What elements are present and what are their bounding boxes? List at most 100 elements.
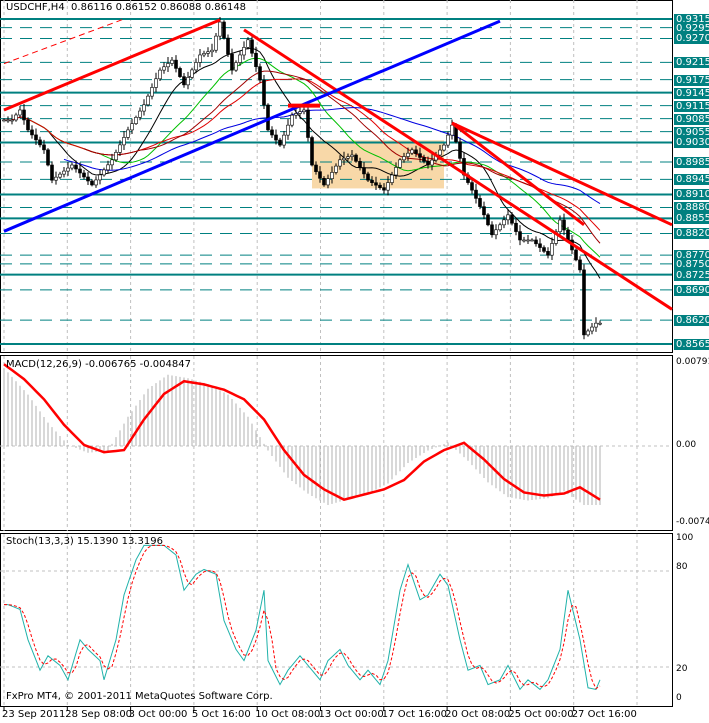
candle-body	[118, 144, 122, 153]
candle-body	[418, 153, 422, 158]
candle-body	[590, 326, 594, 332]
candle-body	[34, 134, 38, 141]
candle-body	[134, 117, 138, 124]
price-level-label: 0.89450	[674, 174, 709, 186]
symbol-label: USDCHF,H4	[6, 2, 65, 13]
candle-body	[282, 134, 286, 146]
stoch-header: Stoch(13,3,3) 15.1390 13.3196	[6, 536, 163, 547]
price-level-label: 0.88200	[674, 228, 709, 240]
candle-body	[438, 149, 442, 156]
candle-body	[214, 35, 218, 51]
candle-body	[154, 78, 158, 88]
candle-body	[538, 243, 542, 248]
candle-body	[446, 134, 450, 146]
candle-body	[306, 109, 310, 138]
candle-body	[474, 189, 478, 199]
candle-body	[318, 171, 322, 179]
candle-body	[526, 239, 530, 242]
price-level-label: 0.90300	[674, 137, 709, 149]
price-level-label: 0.91450	[674, 87, 709, 99]
candle-body	[442, 144, 446, 151]
candle-body	[346, 156, 350, 159]
macd-main-value: -0.006765	[85, 359, 137, 370]
candle-body	[354, 154, 358, 162]
macd-tick-label: -0.00746	[676, 517, 709, 527]
candle-body	[82, 172, 86, 178]
time-axis-label: 13 Oct 00:00	[318, 709, 384, 720]
candle-body	[162, 66, 166, 71]
stoch-tick-label: 20	[676, 664, 688, 674]
candle-body	[294, 113, 298, 116]
candle-body	[506, 214, 510, 221]
candle-body	[342, 157, 346, 161]
macd-tick-label: 0.00	[676, 440, 697, 450]
candle-body	[514, 222, 518, 232]
price-level-label: 0.86900	[674, 284, 709, 296]
price-level-label: 0.91750	[674, 74, 709, 86]
candle-body	[314, 164, 318, 172]
candle-body	[402, 156, 406, 161]
candle-body	[74, 164, 78, 170]
candle-body	[38, 139, 42, 146]
candle-body	[330, 172, 334, 179]
price-level-label: 0.92950	[674, 22, 709, 34]
candle-body	[178, 68, 182, 77]
price-level-label: 0.87500	[674, 258, 709, 270]
candle-body	[146, 95, 150, 106]
candle-body	[270, 129, 274, 136]
candle-body	[226, 37, 230, 55]
price-level-label: 0.92150	[674, 57, 709, 69]
candle-body	[518, 231, 522, 241]
stoch-signal-value: 13.3196	[121, 536, 163, 547]
candle-body	[210, 49, 214, 53]
candle-body	[138, 110, 142, 118]
time-axis-label: 28 Sep 08:00	[65, 709, 133, 720]
candle-body	[30, 129, 34, 136]
candle-body	[490, 224, 494, 236]
candle-body	[142, 104, 146, 112]
trendline	[3, 18, 221, 112]
candle-body	[426, 160, 430, 166]
candle-body	[122, 137, 126, 146]
candle-body	[242, 47, 246, 56]
price-level-label: 0.90850	[674, 113, 709, 125]
candle-body	[302, 109, 306, 113]
price-level-label: 0.88800	[674, 202, 709, 214]
price-level-label: 0.89850	[674, 156, 709, 168]
candle-body	[478, 198, 482, 207]
candle-body	[494, 229, 498, 236]
candle-body	[502, 219, 506, 226]
low-value: 0.86088	[160, 2, 202, 13]
candle-body	[2, 119, 6, 122]
candle-body	[130, 123, 134, 131]
candle-body	[78, 168, 82, 174]
trendline	[243, 28, 673, 311]
candle-body	[530, 239, 534, 242]
candle-body	[14, 114, 18, 121]
candle-body	[582, 269, 586, 336]
candle-body	[222, 21, 226, 39]
candle-body	[258, 66, 262, 81]
candle-body	[70, 164, 74, 169]
candle-body	[558, 219, 562, 233]
macd-signal-value: -0.004847	[139, 359, 191, 370]
candle-body	[550, 243, 554, 256]
candle-body	[378, 184, 382, 188]
candle-body	[6, 119, 10, 122]
candle-body	[218, 21, 222, 37]
candle-body	[562, 219, 566, 231]
candle-body	[322, 178, 326, 186]
macd-title: MACD(12,26,9)	[6, 359, 82, 370]
macd-header: MACD(12,26,9) -0.006765 -0.004847	[6, 359, 191, 370]
candle-body	[10, 119, 14, 122]
candle-body	[566, 229, 570, 241]
price-level-label: 0.90550	[674, 126, 709, 138]
time-axis-label: 20 Oct 08:00	[445, 709, 511, 720]
candle-body	[362, 167, 366, 175]
candle-body	[66, 167, 70, 172]
candle-body	[450, 124, 454, 136]
candle-body	[298, 111, 302, 114]
candle-body	[414, 149, 418, 154]
candle-body	[158, 69, 162, 80]
candle-body	[22, 109, 26, 121]
